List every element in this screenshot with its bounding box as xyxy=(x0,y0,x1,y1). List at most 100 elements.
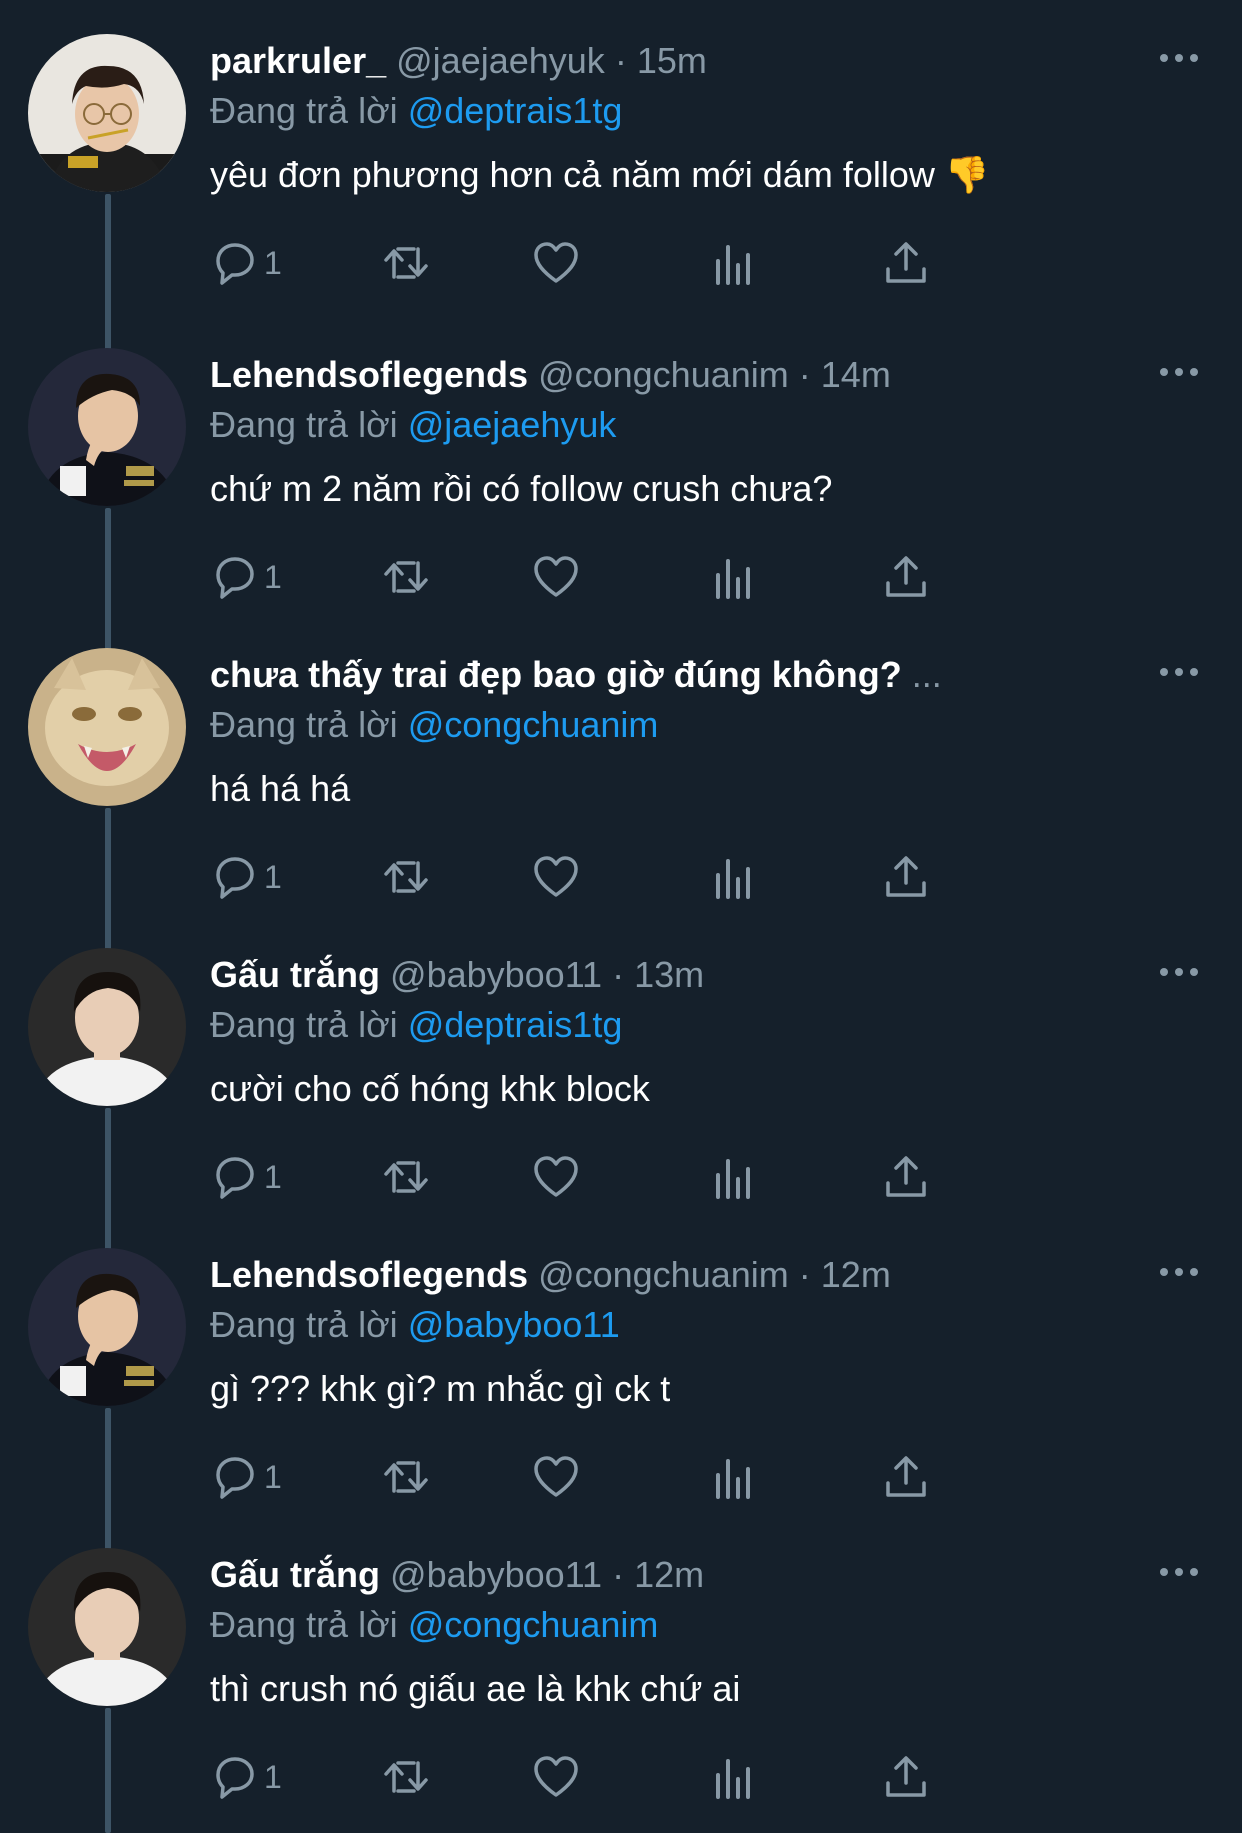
replying-to: Đang trả lời @congchuanim xyxy=(210,700,658,750)
tweet-text-content: thì crush nó giấu ae là khk chứ ai xyxy=(210,1668,741,1709)
analytics-icon xyxy=(716,245,750,285)
user-handle[interactable]: @babyboo11 xyxy=(390,954,602,995)
mention-link[interactable]: @babyboo11 xyxy=(408,1304,620,1345)
avatar[interactable] xyxy=(28,1248,186,1406)
like-button[interactable] xyxy=(532,238,580,288)
retweet-button[interactable] xyxy=(382,552,430,602)
like-button[interactable] xyxy=(532,552,580,602)
tweet[interactable]: Gấu trắng @babyboo11 · 12m Đang trả lời … xyxy=(0,1514,1242,1814)
mention-link[interactable]: @deptrais1tg xyxy=(408,1004,623,1045)
more-icon[interactable] xyxy=(1158,1262,1200,1282)
separator: · xyxy=(798,354,811,395)
like-button[interactable] xyxy=(532,1752,580,1802)
share-button[interactable] xyxy=(882,1152,930,1202)
mention-link[interactable]: @congchuanim xyxy=(408,1604,659,1645)
tweet-actions: 1 xyxy=(210,1452,1110,1502)
reply-button[interactable]: 1 xyxy=(210,1752,282,1802)
analytics-button[interactable] xyxy=(708,1752,756,1802)
tweet-text-content: cười cho cố hóng khk block xyxy=(210,1068,650,1109)
display-name[interactable]: Gấu trắng xyxy=(210,954,380,995)
more-icon[interactable] xyxy=(1158,48,1200,68)
tweet[interactable]: chưa thấy trai đẹp bao giờ đúng không? .… xyxy=(0,614,1242,914)
reply-button[interactable]: 1 xyxy=(210,1152,282,1202)
mention-link[interactable]: @congchuanim xyxy=(408,704,659,745)
reply-button[interactable]: 1 xyxy=(210,852,282,902)
tweet-actions: 1 xyxy=(210,1752,1110,1802)
mention-link[interactable]: @deptrais1tg xyxy=(408,90,623,131)
share-button[interactable] xyxy=(882,238,930,288)
reply-button[interactable]: 1 xyxy=(210,1452,282,1502)
avatar-jacket-icon xyxy=(28,1248,186,1406)
retweet-button[interactable] xyxy=(382,852,430,902)
tweet-header: Gấu trắng @babyboo11 · 12m xyxy=(210,1550,704,1600)
replying-prefix: Đang trả lời xyxy=(210,1604,398,1645)
retweet-button[interactable] xyxy=(382,238,430,288)
avatar[interactable] xyxy=(28,948,186,1106)
retweet-button[interactable] xyxy=(382,1452,430,1502)
share-icon xyxy=(886,1456,926,1497)
share-button[interactable] xyxy=(882,852,930,902)
share-button[interactable] xyxy=(882,1452,930,1502)
display-name[interactable]: parkruler_ xyxy=(210,40,386,81)
avatar-jacket-icon xyxy=(28,348,186,506)
display-name[interactable]: Gấu trắng xyxy=(210,1554,380,1595)
reply-button[interactable]: 1 xyxy=(210,552,282,602)
analytics-button[interactable] xyxy=(708,552,756,602)
avatar[interactable] xyxy=(28,34,186,192)
analytics-button[interactable] xyxy=(708,1152,756,1202)
tweet-text: yêu đơn phương hơn cả năm mới dám follow… xyxy=(210,150,990,200)
analytics-icon xyxy=(716,1159,750,1199)
like-button[interactable] xyxy=(532,1152,580,1202)
share-button[interactable] xyxy=(882,552,930,602)
analytics-button[interactable] xyxy=(708,852,756,902)
retweet-icon xyxy=(384,1461,428,1493)
display-name[interactable]: Lehendsoflegends xyxy=(210,1254,528,1295)
like-button[interactable] xyxy=(532,1452,580,1502)
tweet[interactable]: Lehendsoflegends @congchuanim · 14m Đang… xyxy=(0,314,1242,614)
replying-to: Đang trả lời @jaejaehyuk xyxy=(210,400,616,450)
timestamp[interactable]: 15m xyxy=(637,40,707,81)
reply-thread: parkruler_ @jaejaehyuk · 15m Đang trả lờ… xyxy=(0,0,1242,1833)
retweet-button[interactable] xyxy=(382,1152,430,1202)
more-icon[interactable] xyxy=(1158,662,1200,682)
reply-count: 1 xyxy=(264,858,282,895)
timestamp[interactable]: 12m xyxy=(821,1254,891,1295)
replying-to: Đang trả lời @congchuanim xyxy=(210,1600,658,1650)
more-icon[interactable] xyxy=(1158,362,1200,382)
heart-icon xyxy=(534,1456,578,1497)
mention-link[interactable]: @jaejaehyuk xyxy=(408,404,617,445)
replying-to: Đang trả lời @babyboo11 xyxy=(210,1300,620,1350)
avatar[interactable] xyxy=(28,1548,186,1706)
display-name[interactable]: Lehendsoflegends xyxy=(210,354,528,395)
reply-count: 1 xyxy=(264,244,282,281)
user-handle[interactable]: @congchuanim xyxy=(538,1254,789,1295)
avatar[interactable] xyxy=(28,348,186,506)
analytics-button[interactable] xyxy=(708,238,756,288)
tweet-text: há há há xyxy=(210,764,350,814)
user-handle[interactable]: @babyboo11 xyxy=(390,1554,602,1595)
separator: · xyxy=(612,954,625,995)
share-button[interactable] xyxy=(882,1752,930,1802)
like-button[interactable] xyxy=(532,852,580,902)
user-handle[interactable]: @congchuanim xyxy=(538,354,789,395)
tweet[interactable]: Lehendsoflegends @congchuanim · 12m Đang… xyxy=(0,1214,1242,1514)
tweet-text: thì crush nó giấu ae là khk chứ ai xyxy=(210,1664,740,1714)
share-icon xyxy=(886,556,926,597)
avatar[interactable] xyxy=(28,648,186,806)
display-name[interactable]: chưa thấy trai đẹp bao giờ đúng không? xyxy=(210,654,902,695)
reply-button[interactable]: 1 xyxy=(210,238,282,288)
user-handle[interactable]: @jaejaehyuk xyxy=(396,40,605,81)
reply-count: 1 xyxy=(264,1758,282,1795)
timestamp[interactable]: 14m xyxy=(821,354,891,395)
timestamp[interactable]: 12m xyxy=(634,1554,704,1595)
more-icon[interactable] xyxy=(1158,1562,1200,1582)
retweet-button[interactable] xyxy=(382,1752,430,1802)
tweet[interactable]: Gấu trắng @babyboo11 · 13m Đang trả lời … xyxy=(0,914,1242,1214)
tweet[interactable]: parkruler_ @jaejaehyuk · 15m Đang trả lờ… xyxy=(0,0,1242,300)
analytics-button[interactable] xyxy=(708,1452,756,1502)
share-icon xyxy=(886,856,926,897)
reply-icon xyxy=(216,557,254,599)
more-icon[interactable] xyxy=(1158,962,1200,982)
timestamp[interactable]: 13m xyxy=(634,954,704,995)
reply-icon xyxy=(216,1457,254,1499)
